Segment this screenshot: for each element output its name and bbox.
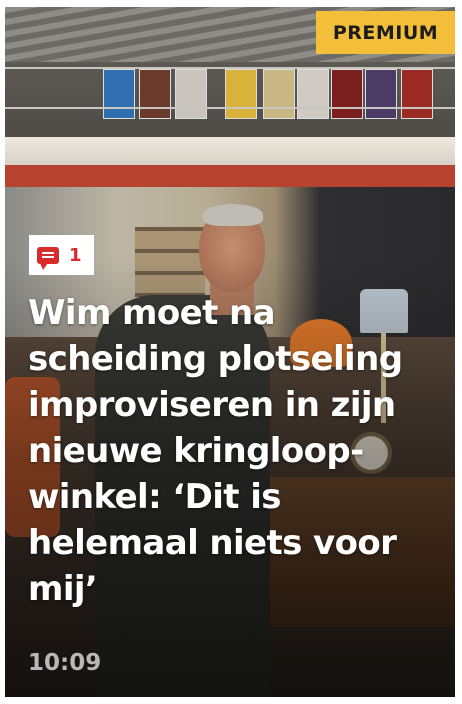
premium-badge: PREMIUM [316, 11, 455, 54]
article-card[interactable]: PREMIUM 1 Wim moet na scheiding plotseli… [5, 7, 455, 697]
comment-count: 1 [69, 244, 82, 266]
publish-time: 10:09 [28, 650, 102, 676]
comment-icon [37, 246, 59, 270]
comment-count-badge[interactable]: 1 [29, 235, 94, 275]
article-headline[interactable]: Wim moet na scheiding plotseling improvi… [28, 290, 443, 612]
